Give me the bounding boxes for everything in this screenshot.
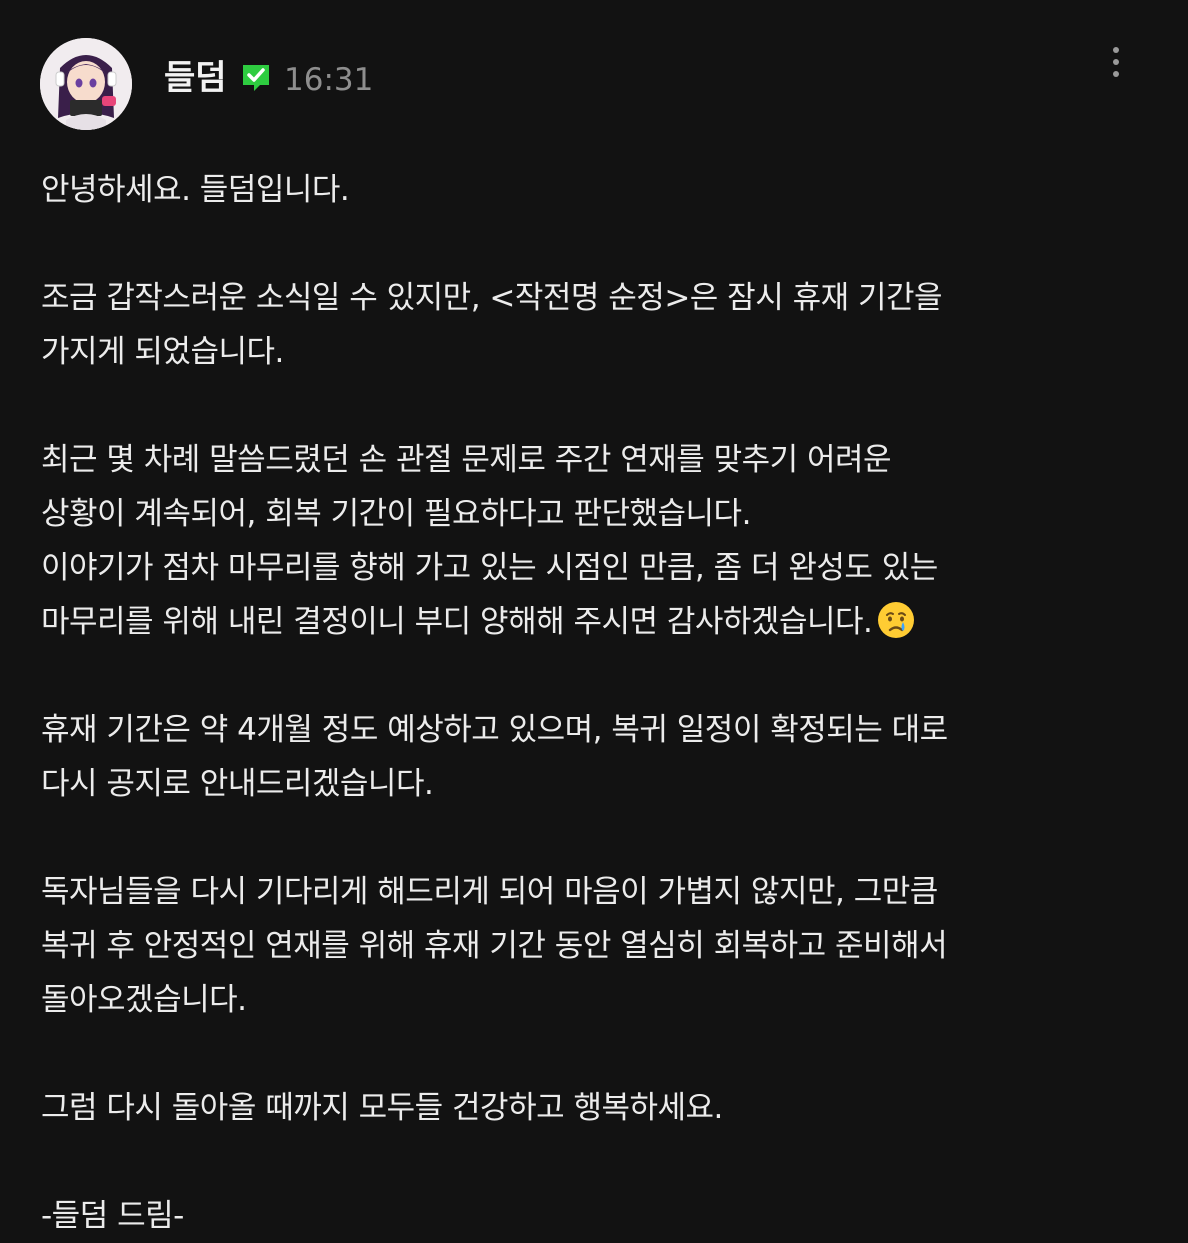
text-line: 돌아오겠습니다. <box>41 982 247 1018</box>
paragraph-hiatus-notice: 조금 갑작스러운 소식일 수 있지만, <작전명 순정>은 잠시 휴재 기간을 … <box>41 271 1151 379</box>
more-vertical-icon[interactable] <box>1096 40 1136 84</box>
text-line: 상황이 계속되어, 회복 기간이 필요하다고 판단했습니다. <box>41 496 751 532</box>
more-dot <box>1113 47 1119 53</box>
post-header: 들덤 16:31 <box>40 38 1148 130</box>
text-line: 복귀 후 안정적인 연재를 위해 휴재 기간 동안 열심히 회복하고 준비해서 <box>41 928 948 964</box>
paragraph-signature: -들덤 드림- <box>41 1189 1151 1243</box>
text-line: 다시 공지로 안내드리겠습니다. <box>41 766 434 802</box>
text-line: 최근 몇 차례 말씀드렸던 손 관절 문제로 주간 연재를 맞추기 어려운 <box>41 442 892 478</box>
post-time: 16:31 <box>284 62 374 98</box>
paragraph-reason: 최근 몇 차례 말씀드렸던 손 관절 문제로 주간 연재를 맞추기 어려운 상황… <box>41 433 1151 649</box>
text-line: 휴재 기간은 약 4개월 정도 예상하고 있으며, 복귀 일정이 확정되는 대로 <box>41 712 948 748</box>
more-dot <box>1113 59 1119 65</box>
paragraph-farewell: 그럼 다시 돌아올 때까지 모두들 건강하고 행복하세요. <box>41 1081 1151 1135</box>
text-line: 이야기가 점차 마무리를 향해 가고 있는 시점인 만큼, 좀 더 완성도 있는 <box>41 550 938 586</box>
text-line: 가지게 되었습니다. <box>41 334 284 370</box>
author-avatar[interactable] <box>40 38 132 130</box>
verified-check-icon <box>243 65 269 91</box>
text-line: 마무리를 위해 내린 결정이니 부디 양해해 주시면 감사하겠습니다. <box>41 604 873 640</box>
paragraph-duration: 휴재 기간은 약 4개월 정도 예상하고 있으며, 복귀 일정이 확정되는 대로… <box>41 703 1151 811</box>
more-dot <box>1113 71 1119 77</box>
text-line-with-emoji: 마무리를 위해 내린 결정이니 부디 양해해 주시면 감사하겠습니다. <box>41 595 1151 649</box>
text-line: 안녕하세요. 들덤입니다. <box>41 172 350 208</box>
crying-face-emoji <box>878 602 915 638</box>
paragraph-greeting: 안녕하세요. 들덤입니다. <box>41 163 1151 217</box>
paragraph-apology: 독자님들을 다시 기다리게 해드리게 되어 마음이 가볍지 않지만, 그만큼 복… <box>41 865 1151 1027</box>
signature-line: -들덤 드림- <box>41 1198 184 1234</box>
text-line: 그럼 다시 돌아올 때까지 모두들 건강하고 행복하세요. <box>41 1090 723 1126</box>
post-body: 안녕하세요. 들덤입니다. 조금 갑작스러운 소식일 수 있지만, <작전명 순… <box>41 163 1151 1243</box>
text-line: 조금 갑작스러운 소식일 수 있지만, <작전명 순정>은 잠시 휴재 기간을 <box>41 280 943 316</box>
text-line: 독자님들을 다시 기다리게 해드리게 되어 마음이 가볍지 않지만, 그만큼 <box>41 874 938 910</box>
author-name[interactable]: 들덤 <box>164 56 227 100</box>
